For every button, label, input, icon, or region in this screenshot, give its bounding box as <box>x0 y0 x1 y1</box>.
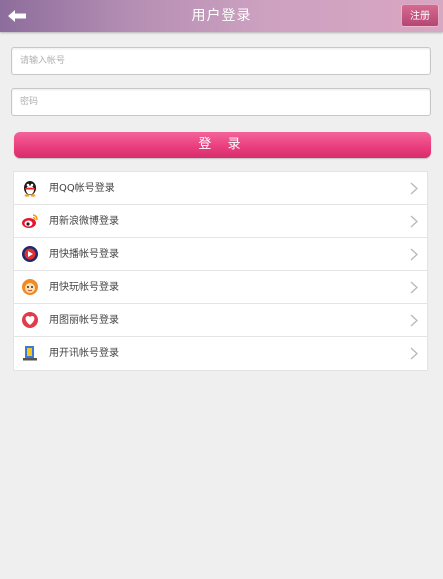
third-party-login-list: 用QQ帐号登录 用新浪微博登录 用快播帐号登录 用快玩帐号登录 用图丽帐号登录 … <box>13 171 428 371</box>
login-button[interactable]: 登 录 <box>14 132 431 158</box>
chevron-right-icon <box>410 281 418 294</box>
tuli-icon <box>22 312 38 328</box>
login-with-kuaibo[interactable]: 用快播帐号登录 <box>14 238 427 271</box>
row-label: 用开讯帐号登录 <box>49 348 119 359</box>
row-label: 用新浪微博登录 <box>49 216 119 227</box>
page-title: 用户登录 <box>191 8 252 24</box>
sina-weibo-icon <box>22 214 38 228</box>
qq-penguin-icon <box>24 181 36 197</box>
chevron-right-icon <box>410 248 418 261</box>
chevron-right-icon <box>410 314 418 327</box>
title-bar: 用户登录 注册 <box>0 0 443 32</box>
password-input[interactable] <box>12 89 430 115</box>
login-with-sina-weibo[interactable]: 用新浪微博登录 <box>14 205 427 238</box>
account-input[interactable] <box>12 48 430 74</box>
kaixun-icon <box>23 346 37 361</box>
kuaibo-icon <box>22 246 38 262</box>
row-label: 用QQ帐号登录 <box>49 183 115 194</box>
row-label: 用快播帐号登录 <box>49 249 119 260</box>
account-field[interactable] <box>11 47 431 75</box>
chevron-right-icon <box>410 347 418 360</box>
register-button[interactable]: 注册 <box>401 4 439 27</box>
login-with-kaixun[interactable]: 用开讯帐号登录 <box>14 337 427 370</box>
kuaiwan-icon <box>22 279 38 295</box>
login-with-qq[interactable]: 用QQ帐号登录 <box>14 172 427 205</box>
row-label: 用图丽帐号登录 <box>49 315 119 326</box>
chevron-right-icon <box>410 182 418 195</box>
chevron-right-icon <box>410 215 418 228</box>
login-with-kuaiwan[interactable]: 用快玩帐号登录 <box>14 271 427 304</box>
login-with-tuli[interactable]: 用图丽帐号登录 <box>14 304 427 337</box>
row-label: 用快玩帐号登录 <box>49 282 119 293</box>
password-field[interactable] <box>11 88 431 116</box>
